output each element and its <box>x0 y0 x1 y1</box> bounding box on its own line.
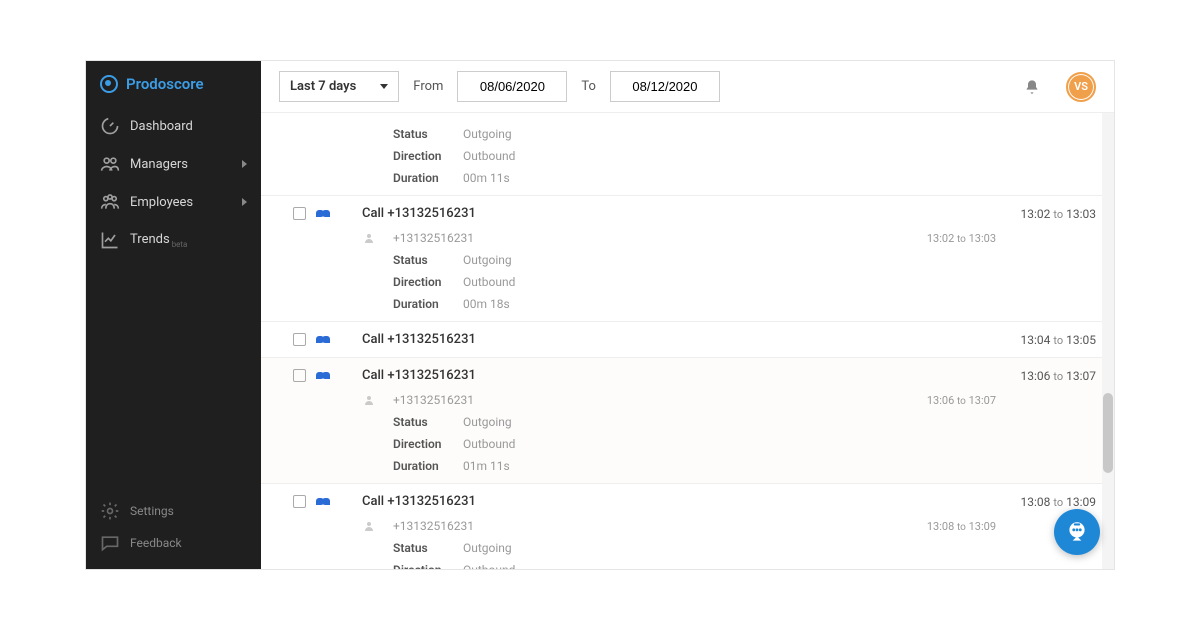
duration-label: Duration <box>393 459 463 473</box>
call-details: StatusOutgoingDirectionOutboundDuration0… <box>363 127 1096 185</box>
status-value: Outgoing <box>463 541 512 555</box>
call-row[interactable]: Call +13132516231 13:04 to 13:05 <box>261 322 1114 358</box>
status-label: Status <box>393 253 463 267</box>
people-group-icon <box>100 194 120 210</box>
chat-help-button[interactable] <box>1054 509 1100 555</box>
brand-icon <box>100 75 118 93</box>
date-range-label: Last 7 days <box>290 79 356 94</box>
status-value: Outgoing <box>463 127 512 141</box>
duration-value: 01m 11s <box>463 459 510 473</box>
call-details: +13132516231 13:06 to 13:07 StatusOutgoing… <box>363 393 1096 473</box>
bell-icon[interactable] <box>1024 79 1040 95</box>
status-label: Status <box>393 415 463 429</box>
call-row[interactable]: Call +1313251623113:02 to 13:03+13132516… <box>261 196 1114 322</box>
call-details: +13132516231 13:02 to 13:03 StatusOutgoing… <box>363 231 1096 311</box>
brand-name: Prodoscore <box>126 75 204 93</box>
nav-bottom: Settings Feedback <box>86 495 261 569</box>
direction-value: Outbound <box>463 149 515 163</box>
user-avatar[interactable]: VS <box>1066 72 1096 102</box>
topbar: Last 7 days From To VS <box>261 61 1114 113</box>
call-number: +13132516231 <box>393 519 474 533</box>
call-list: StatusOutgoingDirectionOutboundDuration0… <box>261 113 1114 569</box>
sidebar-item-settings[interactable]: Settings <box>86 495 261 527</box>
from-date-input[interactable] <box>457 71 567 102</box>
chevron-down-icon <box>380 84 388 89</box>
call-number: +13132516231 <box>393 393 474 407</box>
call-type-icon <box>316 370 332 382</box>
row-checkbox[interactable] <box>293 333 306 346</box>
brand-logo[interactable]: Prodoscore <box>86 61 261 107</box>
gear-icon <box>100 503 120 519</box>
gauge-icon <box>100 118 120 134</box>
call-time-range: 13:06 to 13:07 <box>1021 369 1096 383</box>
sidebar-item-label: Feedback <box>130 536 247 550</box>
direction-label: Direction <box>393 437 463 451</box>
people-icon <box>100 156 120 172</box>
call-title: Call +13132516231 <box>362 206 476 221</box>
call-row[interactable]: Call +1313251623113:06 to 13:07+13132516… <box>261 358 1114 484</box>
status-label: Status <box>393 541 463 555</box>
call-type-icon <box>316 496 332 508</box>
call-sub-time: 13:06 to 13:07 <box>927 394 996 407</box>
call-time-range: 13:04 to 13:05 <box>1021 333 1096 347</box>
to-label: To <box>581 79 596 94</box>
scrollbar-thumb[interactable] <box>1103 393 1113 473</box>
duration-value: 00m 18s <box>463 297 510 311</box>
call-row[interactable]: Call +1313251623113:08 to 13:09+13132516… <box>261 484 1114 569</box>
sidebar-item-label: Employees <box>130 195 242 210</box>
duration-value: 00m 11s <box>463 171 510 185</box>
to-date-input[interactable] <box>610 71 720 102</box>
direction-label: Direction <box>393 149 463 163</box>
status-label: Status <box>393 127 463 141</box>
sidebar: Prodoscore Dashboard Managers Emplo <box>86 61 261 569</box>
call-title: Call +13132516231 <box>362 368 476 383</box>
sidebar-item-dashboard[interactable]: Dashboard <box>86 107 261 145</box>
sidebar-item-feedback[interactable]: Feedback <box>86 527 261 559</box>
direction-label: Direction <box>393 563 463 569</box>
call-row[interactable]: StatusOutgoingDirectionOutboundDuration0… <box>261 113 1114 196</box>
sidebar-item-managers[interactable]: Managers <box>86 145 261 183</box>
duration-label: Duration <box>393 297 463 311</box>
call-type-icon <box>316 334 332 346</box>
nav-main: Dashboard Managers Employees <box>86 107 261 495</box>
sidebar-item-employees[interactable]: Employees <box>86 183 261 221</box>
row-checkbox[interactable] <box>293 495 306 508</box>
avatar-initials: VS <box>1074 80 1088 93</box>
call-sub-time: 13:02 to 13:03 <box>927 232 996 245</box>
from-label: From <box>413 79 443 94</box>
chart-line-icon <box>100 232 120 248</box>
call-time-range: 13:02 to 13:03 <box>1021 207 1096 221</box>
sidebar-item-label: Dashboard <box>130 119 247 134</box>
sidebar-item-label: Managers <box>130 157 242 172</box>
person-icon <box>363 520 375 532</box>
direction-label: Direction <box>393 275 463 289</box>
chevron-right-icon <box>242 160 247 168</box>
call-time-range: 13:08 to 13:09 <box>1021 495 1096 509</box>
direction-value: Outbound <box>463 563 515 569</box>
person-icon <box>363 232 375 244</box>
duration-label: Duration <box>393 171 463 185</box>
sidebar-item-trends[interactable]: Trendsbeta <box>86 221 261 260</box>
status-value: Outgoing <box>463 253 512 267</box>
row-checkbox[interactable] <box>293 207 306 220</box>
call-title: Call +13132516231 <box>362 332 476 347</box>
sidebar-item-label: Trendsbeta <box>130 232 247 249</box>
call-sub-time: 13:08 to 13:09 <box>927 520 996 533</box>
chat-icon <box>100 535 120 551</box>
chevron-right-icon <box>242 198 247 206</box>
status-value: Outgoing <box>463 415 512 429</box>
person-icon <box>363 394 375 406</box>
main-content: Last 7 days From To VS StatusOutgoingDir… <box>261 61 1114 569</box>
direction-value: Outbound <box>463 275 515 289</box>
call-details: +13132516231 13:08 to 13:09 StatusOutgoing… <box>363 519 1096 569</box>
sidebar-item-label: Settings <box>130 504 247 518</box>
call-title: Call +13132516231 <box>362 494 476 509</box>
scrollbar[interactable] <box>1102 113 1114 569</box>
call-type-icon <box>316 208 332 220</box>
date-range-select[interactable]: Last 7 days <box>279 71 399 102</box>
call-number: +13132516231 <box>393 231 474 245</box>
direction-value: Outbound <box>463 437 515 451</box>
row-checkbox[interactable] <box>293 369 306 382</box>
